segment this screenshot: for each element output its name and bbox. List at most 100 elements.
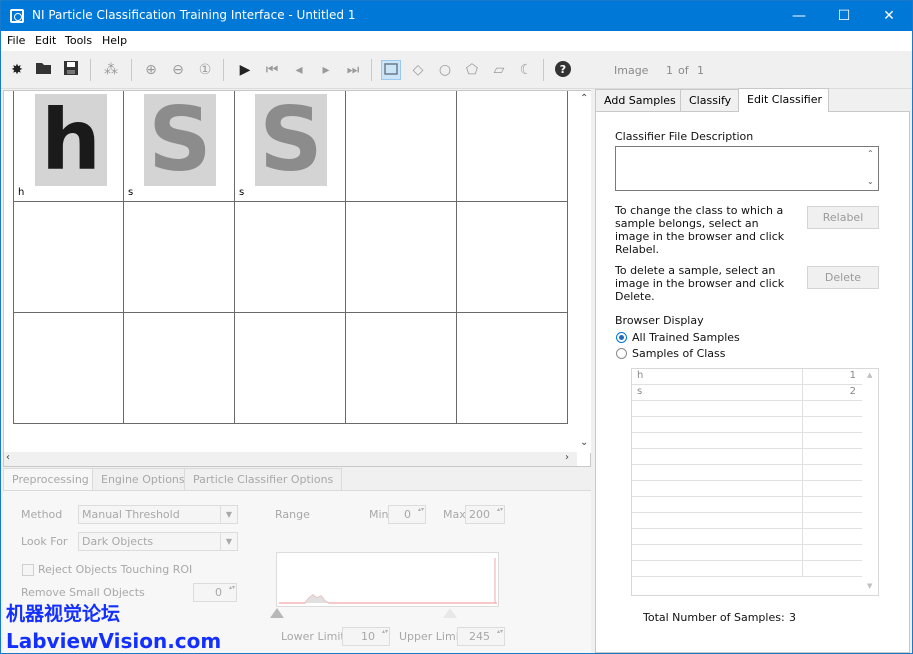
sample-cell[interactable]: hh — [13, 91, 124, 202]
next-image-icon[interactable]: ▸ — [316, 60, 336, 80]
table-row[interactable] — [632, 433, 862, 449]
sample-cell[interactable] — [124, 202, 235, 313]
new-icon[interactable]: ✸ — [7, 60, 27, 80]
tab-classify[interactable]: Classify — [680, 89, 741, 112]
menu-edit[interactable]: Edit — [35, 34, 56, 47]
zoom-out-icon[interactable]: ⊖ — [168, 60, 188, 80]
class-table[interactable]: ▲ ▼ h1s2 — [631, 368, 879, 596]
upper-limit-slider-handle[interactable] — [443, 608, 457, 618]
rotated-rectangle-tool-icon[interactable]: ◇ — [408, 60, 428, 80]
freehand-region-tool-icon[interactable]: ☾ — [516, 60, 536, 80]
radio-samples-of-class[interactable] — [616, 348, 627, 359]
window-title: NI Particle Classification Training Inte… — [32, 8, 356, 22]
first-image-icon[interactable]: ⏮ — [262, 60, 282, 80]
app-icon — [10, 9, 24, 23]
table-row[interactable] — [632, 513, 862, 529]
look-for-value: Dark Objects — [82, 535, 154, 548]
look-for-select[interactable]: Dark Objects ▼ — [78, 532, 238, 551]
class-table-scrollbar[interactable]: ▲ ▼ — [862, 369, 878, 595]
table-row[interactable] — [632, 497, 862, 513]
scroll-down-icon[interactable]: ▼ — [867, 582, 872, 590]
close-button[interactable]: ✕ — [866, 1, 912, 31]
lower-limit-input[interactable]: 10 — [342, 627, 390, 646]
freehand-polygon-tool-icon[interactable]: ▱ — [489, 60, 509, 80]
table-row[interactable] — [632, 401, 862, 417]
sample-cell[interactable]: Ss — [235, 91, 346, 202]
table-row[interactable]: h1 — [632, 369, 862, 385]
max-input[interactable]: 200 — [465, 505, 505, 524]
polygon-tool-icon[interactable]: ⬠ — [462, 60, 482, 80]
tab-engine-options[interactable]: Engine Options — [92, 468, 194, 490]
zoom-fit-icon[interactable]: ① — [195, 60, 215, 80]
radio-all-trained-samples[interactable] — [616, 332, 627, 343]
toolbar-separator — [543, 59, 544, 81]
scroll-up-icon[interactable]: ⌃ — [867, 149, 874, 158]
sample-cell[interactable] — [124, 313, 235, 424]
sample-cell[interactable] — [457, 91, 568, 202]
help-icon[interactable]: ? — [553, 60, 573, 80]
scroll-right-icon[interactable]: › — [565, 452, 569, 463]
scroll-left-icon[interactable]: ‹ — [6, 452, 10, 463]
title-bar[interactable]: NI Particle Classification Training Inte… — [1, 1, 912, 31]
menu-help[interactable]: Help — [102, 34, 127, 47]
browser-horizontal-scrollbar[interactable]: ‹ › — [4, 452, 577, 466]
sample-cell[interactable] — [346, 91, 457, 202]
class-count-cell — [803, 417, 862, 433]
table-row[interactable]: s2 — [632, 385, 862, 401]
menu-tools[interactable]: Tools — [65, 34, 92, 47]
sample-cell[interactable] — [235, 202, 346, 313]
sample-cell[interactable] — [346, 202, 457, 313]
browser-vertical-scrollbar[interactable]: ⌃ ⌄ — [577, 91, 591, 453]
threshold-histogram[interactable] — [276, 552, 499, 607]
tab-preprocessing[interactable]: Preprocessing — [3, 468, 98, 490]
tab-edit-classifier[interactable]: Edit Classifier — [738, 88, 829, 112]
last-image-icon[interactable]: ⏭ — [343, 60, 363, 80]
file-description-input[interactable]: ⌃ ⌄ — [615, 146, 879, 191]
sample-cell[interactable] — [235, 313, 346, 424]
sample-cell[interactable] — [346, 313, 457, 424]
save-icon[interactable] — [61, 60, 81, 80]
lower-limit-slider-handle[interactable] — [270, 608, 284, 618]
table-row[interactable] — [632, 465, 862, 481]
sample-cell[interactable] — [457, 313, 568, 424]
oval-tool-icon[interactable]: ○ — [435, 60, 455, 80]
delete-button[interactable]: Delete — [807, 266, 879, 289]
table-row[interactable] — [632, 449, 862, 465]
tab-particle-classifier-options[interactable]: Particle Classifier Options — [184, 468, 343, 490]
table-row[interactable] — [632, 529, 862, 545]
menu-file[interactable]: File — [7, 34, 25, 47]
toolbar-separator — [90, 59, 91, 81]
table-row[interactable] — [632, 481, 862, 497]
add-sample-icon[interactable]: ⁂ — [101, 60, 121, 80]
minimize-button[interactable]: — — [776, 1, 822, 31]
scroll-down-icon[interactable]: ⌄ — [867, 177, 874, 186]
table-row[interactable] — [632, 417, 862, 433]
description-scrollbar[interactable]: ⌃ ⌄ — [863, 147, 878, 190]
play-icon[interactable]: ▶ — [235, 60, 255, 80]
sample-cell[interactable]: Ss — [124, 91, 235, 202]
tab-add-samples[interactable]: Add Samples — [595, 89, 685, 112]
table-row[interactable] — [632, 561, 862, 577]
min-input[interactable]: 0 — [388, 505, 426, 524]
sample-cell[interactable] — [457, 202, 568, 313]
method-select[interactable]: Manual Threshold ▼ — [78, 505, 238, 524]
scroll-up-icon[interactable]: ▲ — [867, 371, 872, 379]
class-count-cell: 1 — [849, 370, 856, 381]
maximize-button[interactable]: ☐ — [821, 1, 867, 31]
sample-cell[interactable] — [13, 313, 124, 424]
table-row[interactable] — [632, 545, 862, 561]
previous-image-icon[interactable]: ◂ — [289, 60, 309, 80]
sample-browser[interactable]: hhSsSs ⌃ ⌄ ‹ › — [3, 90, 591, 467]
remove-small-objects-input[interactable]: 0 — [193, 583, 237, 602]
zoom-in-icon[interactable]: ⊕ — [141, 60, 161, 80]
reject-objects-checkbox[interactable] — [22, 564, 34, 576]
relabel-button[interactable]: Relabel — [807, 206, 879, 229]
sample-cell[interactable] — [13, 202, 124, 313]
upper-limit-input[interactable]: 245 — [457, 627, 505, 646]
rectangle-tool-icon[interactable] — [381, 60, 401, 80]
scroll-down-icon[interactable]: ⌄ — [580, 437, 588, 448]
open-folder-icon[interactable] — [34, 60, 54, 80]
sample-glyph: h — [41, 94, 101, 186]
sample-thumbnail: S — [144, 94, 216, 186]
scroll-up-icon[interactable]: ⌃ — [580, 93, 588, 104]
